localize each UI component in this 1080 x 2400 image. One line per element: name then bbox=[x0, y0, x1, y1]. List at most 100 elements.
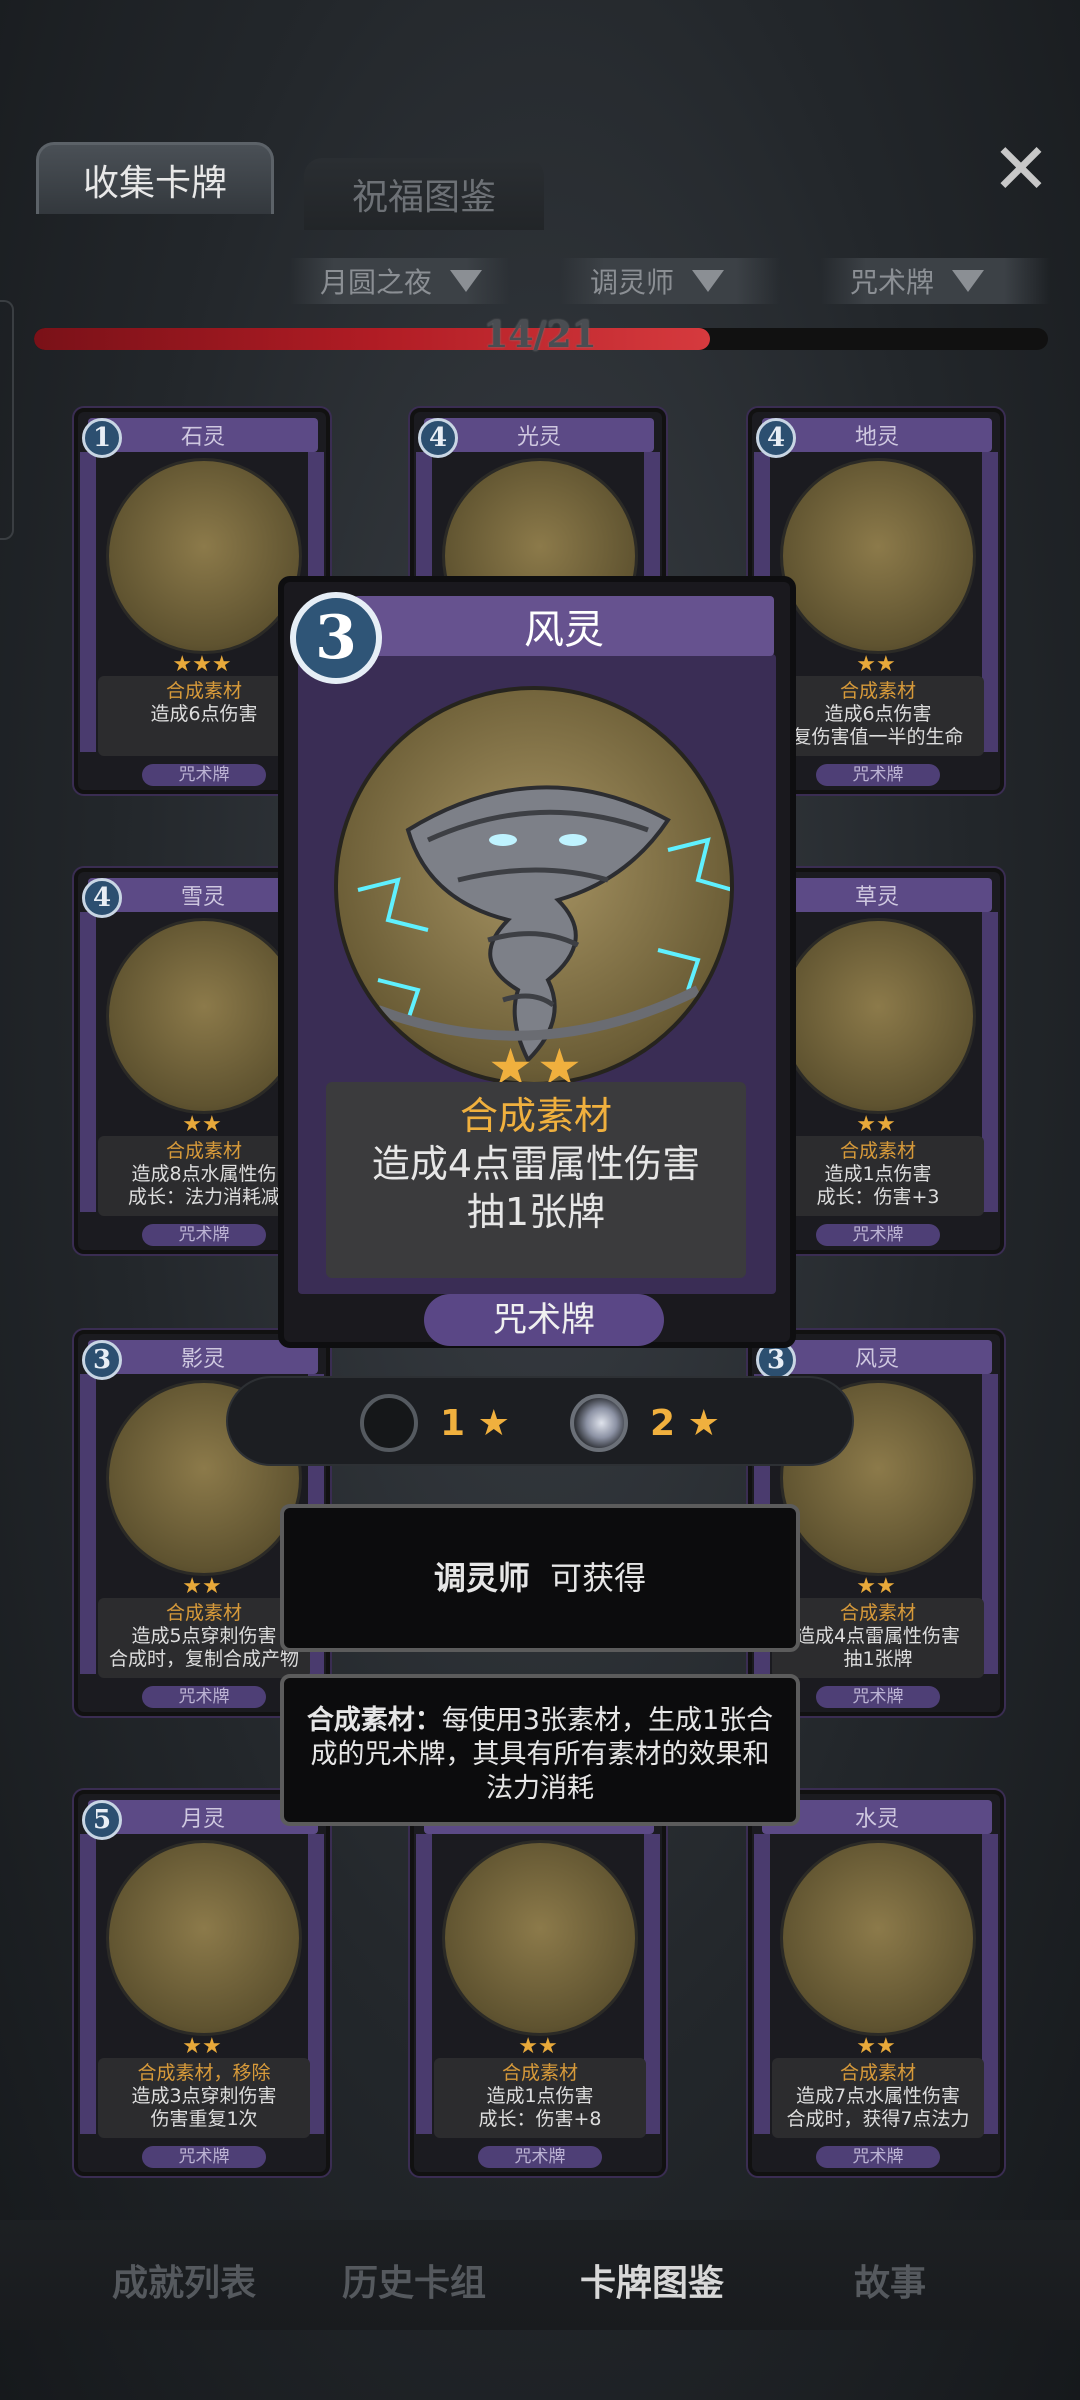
collection-card[interactable]: ★★ 合成素材 造成1点伤害 成长：伤害+8 咒术牌 bbox=[410, 1790, 666, 2176]
card-type-badge: 咒术牌 bbox=[142, 1686, 266, 1708]
card-name: 光灵 bbox=[424, 418, 654, 452]
card-art bbox=[780, 458, 976, 654]
level-1-option[interactable]: 1 ★ bbox=[360, 1394, 510, 1452]
card-type-badge: 咒术牌 bbox=[816, 764, 940, 786]
level-number: 1 bbox=[440, 1402, 466, 1444]
card-desc-line: 造成7点水属性伤害 bbox=[795, 2085, 961, 2107]
collection-card[interactable]: 月灵 5 ★★ 合成素材，移除 造成3点穿刺伤害 伤害重复1次 咒术牌 bbox=[74, 1790, 330, 2176]
card-cost: 1 bbox=[82, 418, 122, 458]
card-cost: 3 bbox=[290, 592, 382, 684]
dropdown-icon bbox=[952, 270, 985, 292]
card-desc-line: 合成素材 bbox=[839, 1140, 916, 1162]
card-frame-edge bbox=[80, 912, 96, 1212]
filter-label: 咒术牌 bbox=[850, 266, 935, 299]
card-description: 合成素材 造成7点水属性伤害 合成时，获得7点法力 bbox=[772, 2058, 984, 2138]
card-desc-line: 合成素材，移除 bbox=[137, 2062, 271, 2084]
card-cost: 4 bbox=[82, 878, 122, 918]
card-frame-edge bbox=[80, 452, 96, 752]
card-desc-line: 成长：伤害+3 bbox=[816, 1186, 940, 1208]
card-desc-line: 伤害重复1次 bbox=[150, 2108, 258, 2130]
card-desc-line: 抽1张牌 bbox=[466, 1190, 606, 1234]
filter-class[interactable]: 调灵师 bbox=[560, 258, 780, 304]
card-stars: ★★ bbox=[856, 2034, 896, 2059]
card-art bbox=[780, 1840, 976, 2036]
card-name: 石灵 bbox=[88, 418, 318, 452]
card-desc-line: 合成素材 bbox=[165, 1602, 242, 1624]
card-desc-line: 合成素材 bbox=[501, 2062, 578, 2084]
side-handle[interactable] bbox=[0, 300, 14, 540]
card-desc-line: 合成素材 bbox=[839, 1602, 916, 1624]
progress-label: 14/21 bbox=[483, 314, 597, 356]
card-art bbox=[780, 918, 976, 1114]
card-art bbox=[442, 1840, 638, 2036]
card-name: 草灵 bbox=[762, 878, 992, 912]
filter-card-type[interactable]: 咒术牌 bbox=[820, 258, 1050, 304]
card-desc-line: 合成素材 bbox=[839, 2062, 916, 2084]
card-type-badge: 咒术牌 bbox=[478, 2146, 602, 2168]
card-description: 合成素材 造成4点雷属性伤害 抽1张牌 bbox=[326, 1082, 746, 1278]
keyword-tooltip: 合成素材：每使用3张素材，生成1张合成的咒术牌，其具有所有素材的效果和法力消耗 bbox=[280, 1674, 800, 1826]
card-frame-edge bbox=[644, 1834, 660, 2134]
level-2-option[interactable]: 2 ★ bbox=[570, 1394, 720, 1452]
obtain-text: 可获得 bbox=[550, 1559, 647, 1597]
card-cost: 5 bbox=[82, 1800, 122, 1840]
card-frame-edge bbox=[982, 912, 998, 1212]
card-art bbox=[106, 458, 302, 654]
card-frame-edge bbox=[754, 1834, 770, 2134]
card-frame-edge bbox=[80, 1834, 96, 2134]
star-icon: ★ bbox=[687, 1402, 720, 1444]
card-desc-line: 造成1点伤害 bbox=[486, 2085, 594, 2107]
card-stars: ★★ bbox=[518, 2034, 558, 2059]
card-desc-line: 合成素材 bbox=[839, 680, 916, 702]
card-frame-edge bbox=[308, 1834, 324, 2134]
card-description: 合成素材 造成1点伤害 成长：伤害+8 bbox=[434, 2058, 646, 2138]
card-desc-line: 抽1张牌 bbox=[843, 1648, 913, 1670]
featured-card[interactable]: 风灵 3 ★★ 合成素材 造成4点雷属性伤害 抽1张牌 咒术牌 bbox=[278, 576, 796, 1348]
nav-story[interactable]: 故事 bbox=[790, 2254, 990, 2306]
card-description: 合成素材 造成4点雷属性伤害 抽1张牌 bbox=[772, 1598, 984, 1678]
nav-history-decks[interactable]: 历史卡组 bbox=[314, 2254, 514, 2306]
card-desc-line: 造成5点穿刺伤害 bbox=[131, 1625, 277, 1647]
nav-achievements[interactable]: 成就列表 bbox=[84, 2254, 284, 2306]
tornado-art bbox=[334, 686, 734, 1086]
dropdown-icon bbox=[450, 270, 483, 292]
filter-label: 调灵师 bbox=[590, 266, 675, 299]
tab-blessing-codex[interactable]: 祝福图鉴 bbox=[304, 158, 544, 230]
bottom-nav: 成就列表 历史卡组 卡牌图鉴 故事 bbox=[0, 2220, 1080, 2330]
collection-card[interactable]: 水灵 ★★ 合成素材 造成7点水属性伤害 合成时，获得7点法力 咒术牌 bbox=[748, 1790, 1004, 2176]
level-2-orb-icon bbox=[570, 1394, 628, 1452]
obtain-info-popup: 调灵师 可获得 bbox=[280, 1504, 800, 1652]
card-frame-edge bbox=[80, 1374, 96, 1674]
card-desc-line: 合成素材 bbox=[459, 1094, 612, 1138]
tab-collect-cards[interactable]: 收集卡牌 bbox=[36, 142, 274, 214]
card-description: 合成素材，移除 造成3点穿刺伤害 伤害重复1次 bbox=[98, 2058, 310, 2138]
card-type-badge: 咒术牌 bbox=[816, 1224, 940, 1246]
card-type-badge: 咒术牌 bbox=[816, 2146, 940, 2168]
level-1-orb-icon bbox=[360, 1394, 418, 1452]
card-type-badge: 咒术牌 bbox=[142, 2146, 266, 2168]
close-icon[interactable]: ✕ bbox=[988, 128, 1054, 210]
card-desc-line: 造成1点伤害 bbox=[824, 1163, 932, 1185]
card-desc-line: 造成3点穿刺伤害 bbox=[131, 2085, 277, 2107]
filter-moon-night[interactable]: 月圆之夜 bbox=[290, 258, 510, 304]
card-desc-line: 造成4点雷属性伤害 bbox=[795, 1625, 961, 1647]
card-cost: 4 bbox=[418, 418, 458, 458]
card-name: 地灵 bbox=[762, 418, 992, 452]
card-desc-line: 合成时，获得7点法力 bbox=[786, 2108, 970, 2130]
card-desc-line: 复伤害值一半的生命 bbox=[792, 726, 964, 748]
card-description: 合成素材 造成1点伤害 成长：伤害+3 bbox=[772, 1136, 984, 1216]
dropdown-icon bbox=[692, 270, 725, 292]
card-art bbox=[106, 1840, 302, 2036]
card-frame-edge bbox=[982, 1374, 998, 1674]
card-description: 合成素材 造成6点伤害 复伤害值一半的生命 bbox=[772, 676, 984, 756]
nav-card-codex[interactable]: 卡牌图鉴 bbox=[552, 2254, 752, 2306]
card-stars: ★★ bbox=[182, 2034, 222, 2059]
card-description: 合成素材 造成5点穿刺伤害 合成时，复制合成产物 bbox=[98, 1598, 310, 1678]
card-name: 风灵 bbox=[762, 1340, 992, 1374]
card-art bbox=[106, 918, 302, 1114]
card-frame-edge bbox=[982, 452, 998, 752]
card-type-badge: 咒术牌 bbox=[424, 1294, 664, 1346]
tooltip-term: 合成素材： bbox=[306, 1705, 442, 1736]
obtain-class: 调灵师 bbox=[433, 1559, 530, 1597]
star-icon: ★ bbox=[477, 1402, 510, 1444]
